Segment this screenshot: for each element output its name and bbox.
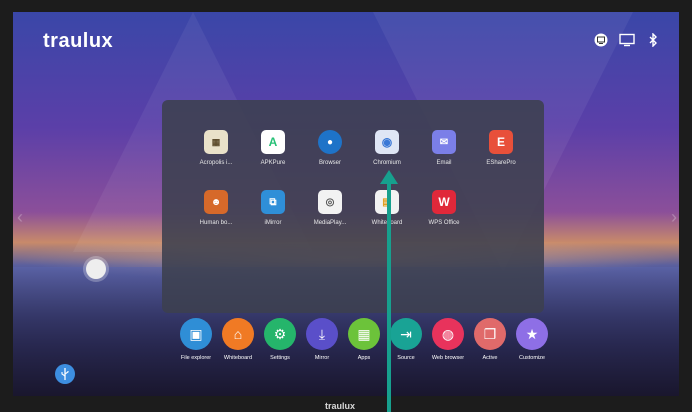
dock-settings[interactable]: ⚙ Settings bbox=[257, 318, 303, 361]
source-icon: ⇥ bbox=[390, 318, 422, 350]
apkpure-icon: A bbox=[261, 130, 285, 154]
app-esharepro[interactable]: E ESharePro bbox=[473, 130, 529, 166]
app-label: iMirror bbox=[264, 220, 282, 226]
bezel-brand: traulux bbox=[325, 401, 356, 411]
dock-label: Web browser bbox=[431, 355, 465, 361]
dock-apps[interactable]: ▦ Apps bbox=[341, 318, 387, 361]
dock-label: Whiteboard bbox=[223, 355, 253, 361]
app-wps-office[interactable]: W WPS Office bbox=[416, 190, 472, 226]
dock-label: Mirror bbox=[314, 355, 330, 361]
dock: ▣ File explorer ⌂ Whiteboard ⚙ Settings … bbox=[173, 318, 553, 378]
display-icon[interactable] bbox=[619, 32, 635, 48]
dock-active[interactable]: ❐ Active bbox=[467, 318, 513, 361]
mediaplayer-icon: ◎ bbox=[318, 190, 342, 214]
chromium-icon: ◉ bbox=[375, 130, 399, 154]
chevron-right-icon[interactable]: › bbox=[671, 207, 677, 228]
esharepro-icon: E bbox=[489, 130, 513, 154]
dock-label: File explorer bbox=[180, 355, 212, 361]
customize-icon: ★ bbox=[516, 318, 548, 350]
app-label: Acropolis i... bbox=[199, 160, 233, 166]
pointer-arrow-shaft bbox=[387, 180, 391, 412]
app-human-body[interactable]: ☻ Human bo... bbox=[188, 190, 244, 226]
chevron-left-icon[interactable]: ‹ bbox=[17, 207, 23, 228]
app-label: MediaPlay... bbox=[313, 220, 347, 226]
browser-icon: ● bbox=[318, 130, 342, 154]
dock-label: Active bbox=[482, 355, 498, 361]
mirror-icon: ⤓ bbox=[306, 318, 338, 350]
dock-whiteboard[interactable]: ⌂ Whiteboard bbox=[215, 318, 261, 361]
file-explorer-icon: ▣ bbox=[180, 318, 212, 350]
status-bar bbox=[593, 32, 661, 48]
monitor-network-icon[interactable] bbox=[593, 32, 609, 48]
usb-icon[interactable] bbox=[55, 364, 75, 384]
dock-label: Settings bbox=[270, 355, 290, 361]
app-mediaplayer[interactable]: ◎ MediaPlay... bbox=[302, 190, 358, 226]
dock-label: Apps bbox=[357, 355, 371, 361]
app-label: APKPure bbox=[260, 160, 286, 166]
app-label: Chromium bbox=[373, 160, 401, 166]
brand-logo: traulux bbox=[43, 30, 114, 52]
app-chromium[interactable]: ◉ Chromium bbox=[359, 130, 415, 166]
app-acropolis[interactable]: ▦ Acropolis i... bbox=[188, 130, 244, 166]
app-browser[interactable]: ● Browser bbox=[302, 130, 358, 166]
dock-customize[interactable]: ★ Customize bbox=[509, 318, 555, 361]
app-label: WPS Office bbox=[428, 220, 460, 226]
app-imirror[interactable]: ⧉ iMirror bbox=[245, 190, 301, 226]
web-browser-icon: ◍ bbox=[432, 318, 464, 350]
human-body-icon: ☻ bbox=[204, 190, 228, 214]
app-apkpure[interactable]: A APKPure bbox=[245, 130, 301, 166]
dock-label: Customize bbox=[519, 355, 545, 361]
bluetooth-icon[interactable] bbox=[645, 32, 661, 48]
dock-file-explorer[interactable]: ▣ File explorer bbox=[173, 318, 219, 361]
display-frame: traulux ‹ › ▦ Acropolis i... A APKPure ●… bbox=[0, 0, 692, 412]
app-label: Email bbox=[436, 160, 452, 166]
app-label: Browser bbox=[318, 160, 341, 166]
app-email[interactable]: ✉ Email bbox=[416, 130, 472, 166]
app-label: ESharePro bbox=[486, 160, 516, 166]
apps-panel: ▦ Acropolis i... A APKPure ● Browser ◉ C… bbox=[162, 100, 544, 313]
imirror-icon: ⧉ bbox=[261, 190, 285, 214]
whiteboard-icon: ⌂ bbox=[222, 318, 254, 350]
settings-icon: ⚙ bbox=[264, 318, 296, 350]
email-icon: ✉ bbox=[432, 130, 456, 154]
acropolis-icon: ▦ bbox=[204, 130, 228, 154]
wps-office-icon: W bbox=[432, 190, 456, 214]
active-icon: ❐ bbox=[474, 318, 506, 350]
floating-menu-button[interactable] bbox=[86, 259, 106, 279]
dock-mirror[interactable]: ⤓ Mirror bbox=[299, 318, 345, 361]
screen: traulux ‹ › ▦ Acropolis i... A APKPure ●… bbox=[13, 12, 679, 396]
app-label: Human bo... bbox=[199, 220, 233, 226]
apps-icon: ▦ bbox=[348, 318, 380, 350]
dock-web-browser[interactable]: ◍ Web browser bbox=[425, 318, 471, 361]
